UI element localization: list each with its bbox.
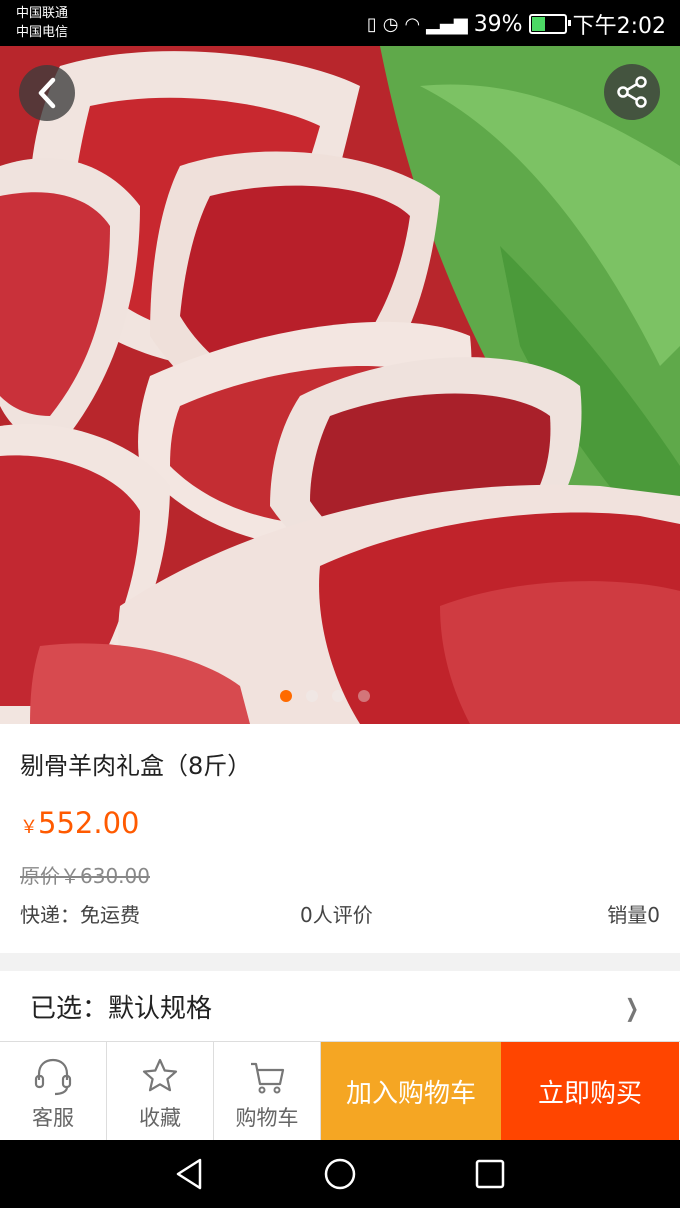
product-info: 剔骨羊肉礼盒（8斤） ￥552.00 原价￥630.00 快递：免运费 0人评价… — [0, 724, 680, 953]
battery-percent: 39% — [473, 11, 523, 37]
battery-icon — [528, 14, 571, 34]
currency-symbol: ￥ — [20, 817, 38, 838]
share-button[interactable] — [604, 64, 660, 120]
shipping-info: 快递：免运费 — [20, 903, 140, 927]
product-title: 剔骨羊肉礼盒（8斤） — [20, 752, 252, 780]
sales-count: 销量0 — [607, 903, 660, 927]
back-button[interactable] — [19, 65, 75, 121]
status-right: ▯ ◷ ◠ ▂▄▆ 39% 下午2:02 — [367, 8, 666, 40]
bottom-action-bar: 客服 收藏 购物车 加入购物车 立即购买 — [0, 1041, 680, 1141]
lamb-meat-image — [0, 46, 680, 724]
system-nav-bar — [0, 1140, 680, 1208]
spec-selector[interactable]: 已选：默认规格 ❯ — [0, 971, 680, 1041]
carrier-1: 中国联通 — [16, 6, 69, 21]
vibrate-icon: ▯ — [366, 13, 377, 35]
customer-service-label: 客服 — [32, 1106, 74, 1130]
buy-now-button[interactable]: 立即购买 — [501, 1042, 679, 1141]
spec-label: 已选：默认规格 — [30, 993, 213, 1024]
cart-label: 购物车 — [235, 1106, 299, 1130]
cart-icon — [251, 1062, 285, 1094]
product-price: ￥552.00 — [20, 806, 139, 840]
carrier-2: 中国电信 — [16, 25, 69, 40]
carousel-indicator — [280, 690, 370, 702]
nav-back-icon[interactable] — [170, 1154, 210, 1194]
headset-icon — [34, 1058, 72, 1096]
review-count[interactable]: 0人评价 — [300, 899, 373, 928]
favorite-button[interactable]: 收藏 — [107, 1042, 214, 1141]
price-value: 552.00 — [38, 806, 140, 840]
chevron-right-icon: ❯ — [624, 994, 639, 1022]
carousel-dot[interactable] — [280, 690, 292, 702]
product-image[interactable] — [0, 46, 680, 724]
clock: 下午2:02 — [572, 14, 666, 39]
favorite-label: 收藏 — [139, 1106, 181, 1130]
status-bar: 中国联通 中国电信 ▯ ◷ ◠ ▂▄▆ 39% 下午2:02 — [0, 0, 680, 46]
signal-icon: ▂▄▆ — [426, 13, 468, 35]
add-to-cart-button[interactable]: 加入购物车 — [321, 1042, 501, 1141]
carrier-info: 中国联通 中国电信 — [16, 4, 68, 42]
wifi-icon: ◠ — [404, 13, 421, 35]
alarm-icon: ◷ — [382, 13, 399, 35]
cart-button[interactable]: 购物车 — [214, 1042, 321, 1141]
original-price: 原价￥630.00 — [20, 864, 150, 888]
nav-recents-icon[interactable] — [470, 1154, 510, 1194]
nav-home-icon[interactable] — [320, 1154, 360, 1194]
star-icon — [142, 1058, 178, 1092]
carousel-dot[interactable] — [358, 690, 370, 702]
share-icon — [617, 76, 647, 108]
customer-service-button[interactable]: 客服 — [0, 1042, 107, 1141]
carousel-dot[interactable] — [332, 690, 344, 702]
chevron-left-icon — [38, 77, 56, 109]
carousel-dot[interactable] — [306, 690, 318, 702]
